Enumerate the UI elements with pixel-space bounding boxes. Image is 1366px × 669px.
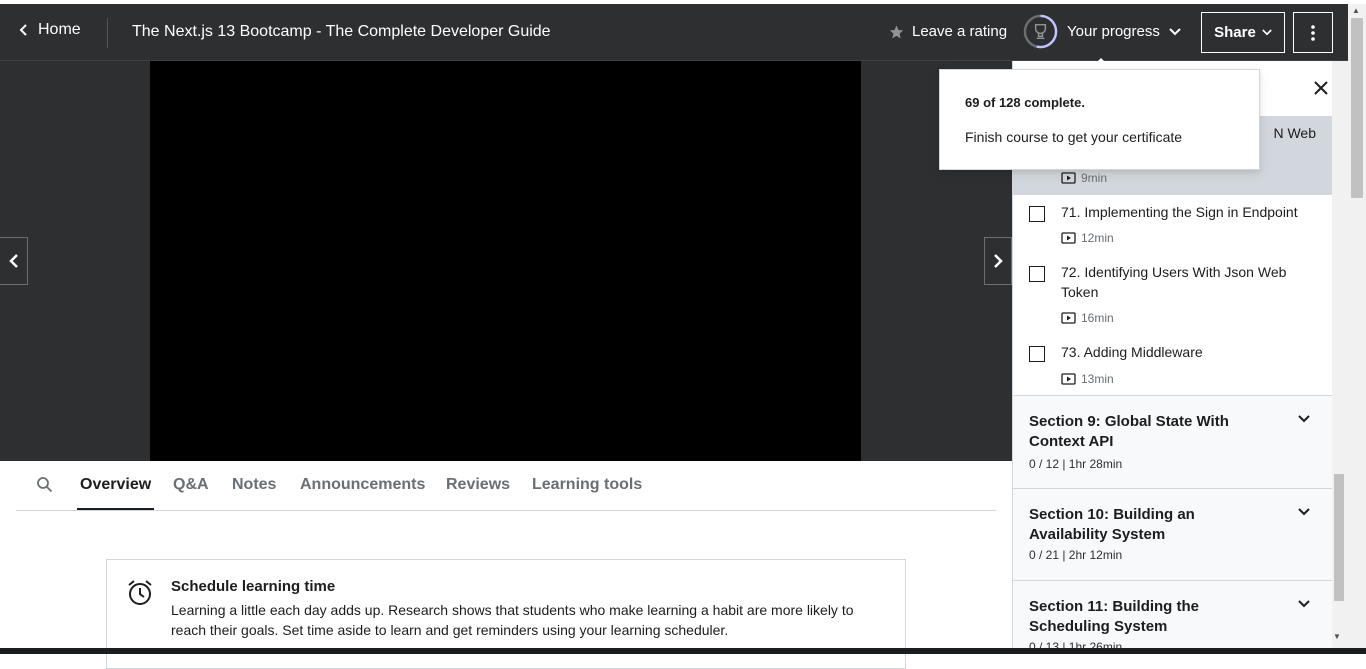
leave-rating-button[interactable]: Leave a rating — [888, 23, 1007, 40]
lecture-title: 73. Adding Middleware — [1061, 344, 1203, 360]
duration-text: 16min — [1081, 311, 1114, 325]
course-tabs: Overview Q&A Notes Announcements Reviews… — [16, 461, 996, 511]
progress-summary: 69 of 128 complete. — [965, 95, 1085, 110]
chevron-down-icon — [1298, 415, 1310, 423]
lecture-duration: 9min — [1061, 171, 1107, 185]
tab-announcements[interactable]: Announcements — [300, 476, 425, 494]
leave-rating-label: Leave a rating — [912, 23, 1008, 40]
your-progress-button[interactable]: Your progress — [1023, 14, 1181, 49]
sidebar-scrollbar-thumb[interactable] — [1334, 474, 1344, 601]
search-icon — [37, 477, 53, 493]
video-player[interactable] — [150, 61, 861, 461]
lecture-complete-checkbox[interactable] — [1029, 206, 1045, 222]
progress-popover: 69 of 128 complete. Finish course to get… — [939, 69, 1260, 170]
close-sidebar-button[interactable] — [1314, 81, 1328, 100]
section-header-10[interactable]: Section 10: Building an Availability Sys… — [1013, 488, 1332, 580]
section-header-9[interactable]: Section 9: Global State With Context API… — [1013, 395, 1332, 488]
section-meta: 0 / 21 | 2hr 12min — [1029, 548, 1123, 562]
trophy-icon — [1023, 14, 1058, 49]
video-icon — [1061, 373, 1076, 385]
header-divider — [107, 18, 108, 48]
active-tab-indicator — [77, 508, 154, 510]
vertical-dots-icon — [1311, 24, 1315, 41]
home-link[interactable]: Home — [18, 21, 81, 39]
star-icon — [889, 24, 904, 38]
home-label: Home — [38, 21, 81, 38]
lecture-item[interactable]: 71. Implementing the Sign in Endpoint 12… — [1013, 195, 1332, 255]
lecture-title: 71. Implementing the Sign in Endpoint — [1061, 204, 1298, 220]
video-icon — [1061, 232, 1076, 244]
schedule-title: Schedule learning time — [171, 578, 336, 595]
alarm-clock-icon — [128, 580, 152, 605]
previous-lecture-button[interactable] — [0, 237, 28, 285]
video-player-area — [0, 61, 1012, 461]
chevron-left-icon — [18, 24, 30, 36]
lecture-title: 72. Identifying Users With Json Web Toke… — [1061, 264, 1287, 300]
lecture-item[interactable]: 73. Adding Middleware 13min — [1013, 335, 1332, 395]
section-title: Section 11: Building the Scheduling Syst… — [1029, 598, 1200, 635]
duration-text: 12min — [1081, 231, 1114, 245]
popover-arrow — [1090, 58, 1112, 69]
lecture-complete-checkbox[interactable] — [1029, 346, 1045, 362]
share-button[interactable]: Share — [1201, 12, 1285, 53]
next-lecture-button[interactable] — [984, 237, 1012, 285]
schedule-description: Learning a little each day adds up. Rese… — [171, 602, 854, 638]
more-options-button[interactable] — [1293, 12, 1333, 53]
tab-qa[interactable]: Q&A — [173, 476, 209, 494]
section-title: Section 10: Building an Availability Sys… — [1029, 506, 1195, 543]
section-header-11[interactable]: Section 11: Building the Scheduling Syst… — [1013, 580, 1332, 654]
chevron-down-icon — [1298, 600, 1310, 608]
course-title: The Next.js 13 Bootcamp - The Complete D… — [132, 23, 551, 40]
close-icon — [1314, 81, 1328, 95]
taskbar-edge — [0, 648, 1366, 654]
duration-text: 9min — [1081, 171, 1108, 185]
chevron-right-icon — [994, 254, 1003, 268]
video-icon — [1061, 312, 1076, 324]
section-title: Section 9: Global State With Context API — [1029, 413, 1229, 450]
chevron-left-icon — [8, 254, 18, 268]
tab-overview[interactable]: Overview — [80, 476, 151, 494]
scroll-down-arrow-icon[interactable]: ▼ — [1333, 632, 1341, 641]
tab-notes[interactable]: Notes — [232, 476, 276, 494]
tab-reviews[interactable]: Reviews — [446, 476, 510, 494]
lecture-duration: 13min — [1061, 372, 1114, 386]
share-label: Share — [1214, 24, 1256, 41]
search-tab[interactable] — [36, 476, 53, 498]
lecture-duration: 16min — [1061, 311, 1114, 325]
chevron-down-icon — [1169, 27, 1181, 35]
chevron-down-icon — [1298, 508, 1310, 516]
lecture-duration: 12min — [1061, 231, 1114, 245]
scroll-up-arrow-icon[interactable]: ▲ — [1352, 6, 1360, 15]
section-meta: 0 / 12 | 1hr 28min — [1029, 457, 1123, 471]
video-icon — [1061, 172, 1076, 184]
duration-text: 13min — [1081, 372, 1114, 386]
lecture-item[interactable]: 72. Identifying Users With Json Web Toke… — [1013, 255, 1332, 335]
tab-learning-tools[interactable]: Learning tools — [532, 476, 642, 494]
lecture-complete-checkbox[interactable] — [1029, 266, 1045, 282]
page-scrollbar-thumb[interactable] — [1351, 18, 1363, 198]
chevron-down-icon — [1262, 29, 1272, 36]
course-header: Home The Next.js 13 Bootcamp - The Compl… — [0, 4, 1366, 61]
certificate-hint: Finish course to get your certificate — [965, 129, 1183, 145]
your-progress-label: Your progress — [1067, 23, 1160, 40]
